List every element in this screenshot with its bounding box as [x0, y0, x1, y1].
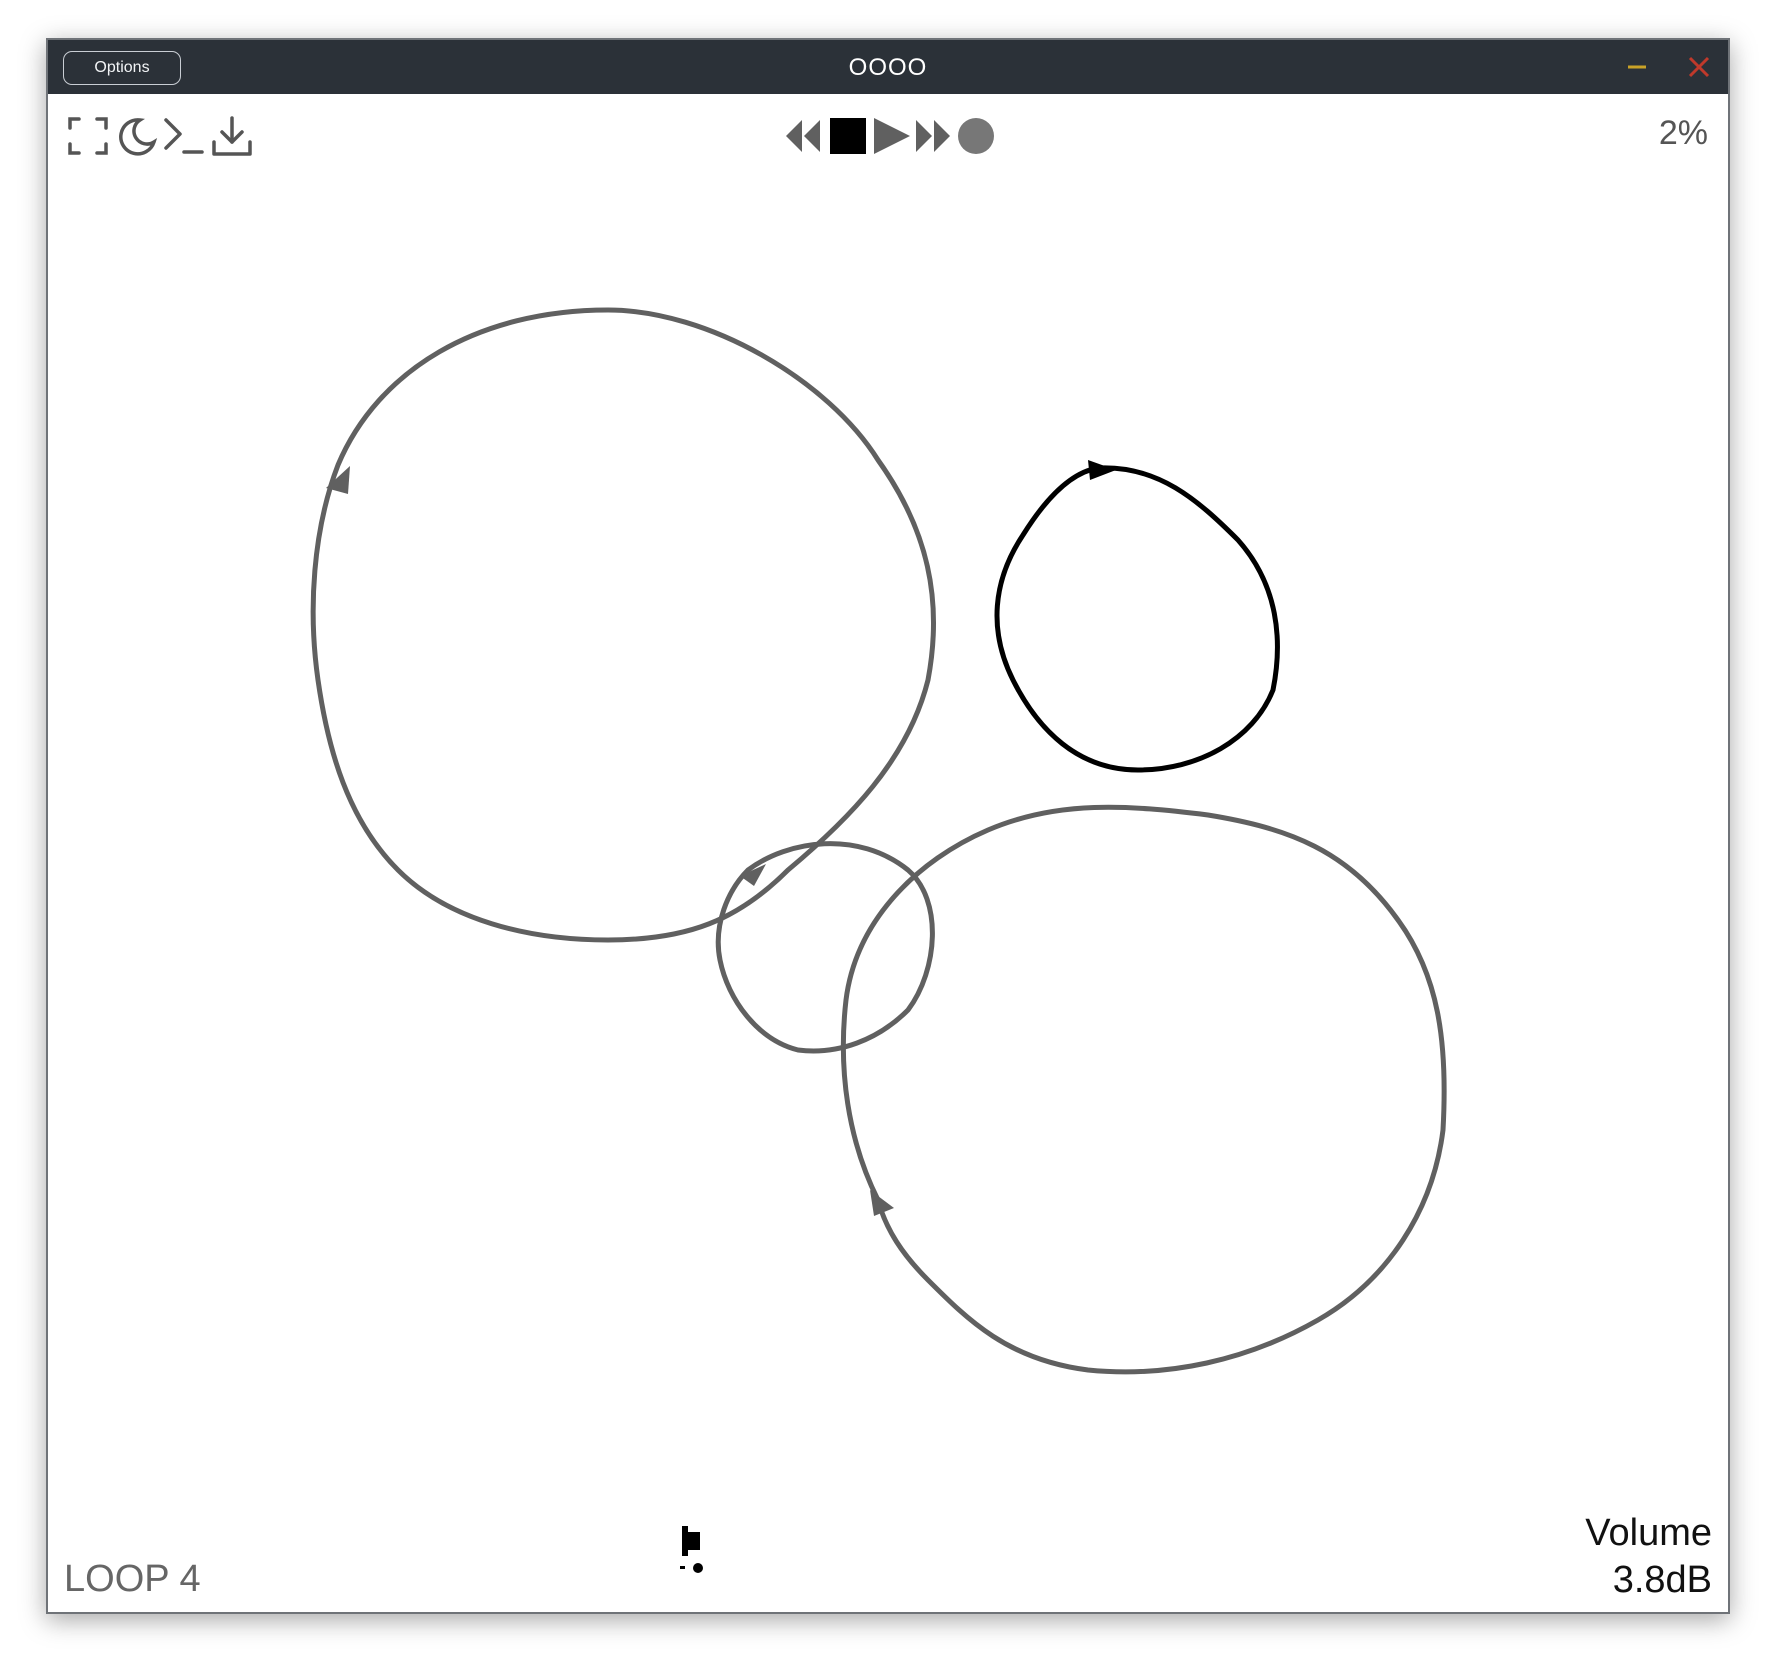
loop-count: LOOP 4 [64, 1558, 201, 1600]
stop-icon[interactable] [828, 114, 868, 158]
rewind-icon[interactable] [784, 114, 824, 158]
loop-2[interactable] [994, 465, 1280, 773]
playhead-marker [680, 1526, 703, 1573]
zoom-level: 2% [1658, 114, 1708, 152]
loop-4-arrow [870, 1190, 894, 1216]
volume-readout[interactable]: Volume 3.8dB [1585, 1510, 1712, 1604]
loop-2-arrow [1088, 460, 1116, 480]
transport-controls [48, 114, 1728, 158]
app-window: Options OOOO 2% LOOP 4 Volume 3.8dB [46, 38, 1730, 1614]
loop-canvas[interactable] [48, 40, 1730, 1614]
record-icon[interactable] [956, 114, 996, 158]
loop-4[interactable] [840, 804, 1447, 1375]
volume-value: 3.8dB [1612, 1559, 1712, 1601]
play-icon[interactable] [872, 114, 912, 158]
volume-label: Volume [1585, 1512, 1712, 1554]
fast-forward-icon[interactable] [914, 114, 954, 158]
